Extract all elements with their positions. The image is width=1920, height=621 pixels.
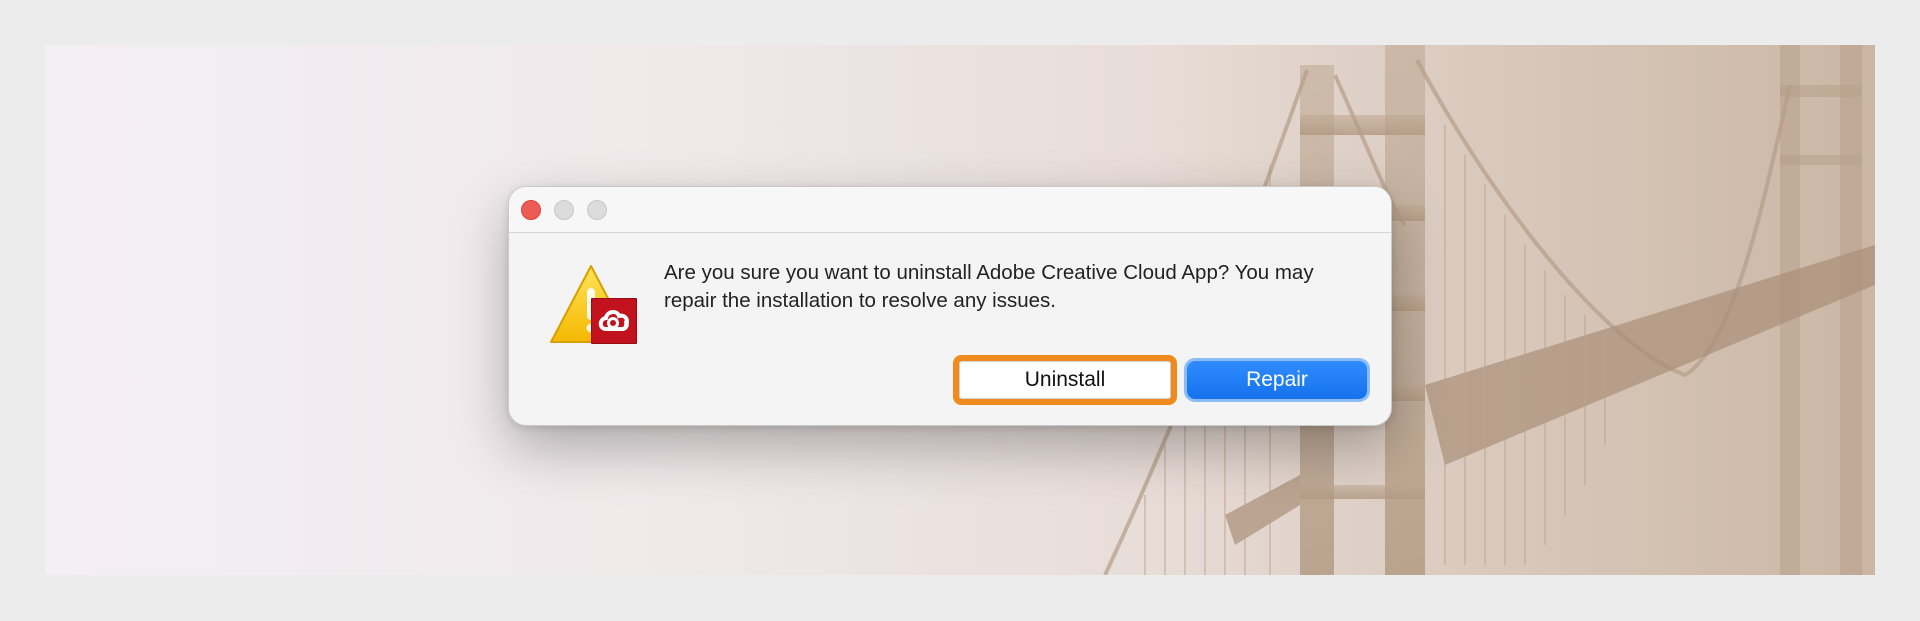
adobe-creative-cloud-icon (591, 298, 637, 344)
dialog-titlebar (509, 187, 1391, 233)
minimize-icon[interactable] (554, 200, 574, 220)
dialog-message: Are you sure you want to uninstall Adobe… (664, 261, 1314, 312)
close-icon[interactable] (521, 200, 541, 220)
uninstall-button[interactable]: Uninstall (959, 361, 1171, 399)
uninstall-dialog: Are you sure you want to uninstall Adobe… (508, 186, 1392, 426)
maximize-icon[interactable] (587, 200, 607, 220)
warning-icon (549, 262, 637, 348)
repair-button[interactable]: Repair (1187, 361, 1367, 399)
